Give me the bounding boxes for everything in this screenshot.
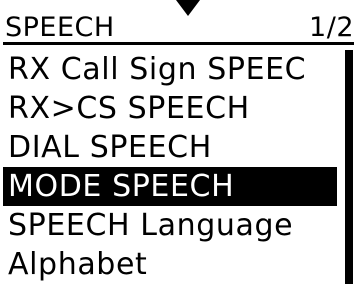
menu-header: SPEECH 1/2 — [3, 13, 354, 45]
speech-menu-screen: SPEECH 1/2 RX Call Sign SPEEC RX>CS SPEE… — [3, 0, 354, 284]
page-indicator: 1/2 — [309, 12, 354, 43]
scrollbar-thumb[interactable] — [345, 50, 353, 284]
menu-item-speech-language[interactable]: SPEECH Language — [3, 206, 337, 245]
menu-title: SPEECH — [5, 12, 115, 43]
menu-item-mode-speech[interactable]: MODE SPEECH — [3, 167, 337, 206]
menu-item-dial-speech[interactable]: DIAL SPEECH — [3, 128, 337, 167]
scrollbar[interactable] — [343, 50, 354, 284]
menu-item-rx-cs-speech[interactable]: RX>CS SPEECH — [3, 89, 337, 128]
menu-item-alphabet[interactable]: Alphabet — [3, 245, 337, 284]
menu-item-rx-call-sign-speech[interactable]: RX Call Sign SPEEC — [3, 50, 337, 89]
menu-list: RX Call Sign SPEEC RX>CS SPEECH DIAL SPE… — [3, 50, 341, 284]
